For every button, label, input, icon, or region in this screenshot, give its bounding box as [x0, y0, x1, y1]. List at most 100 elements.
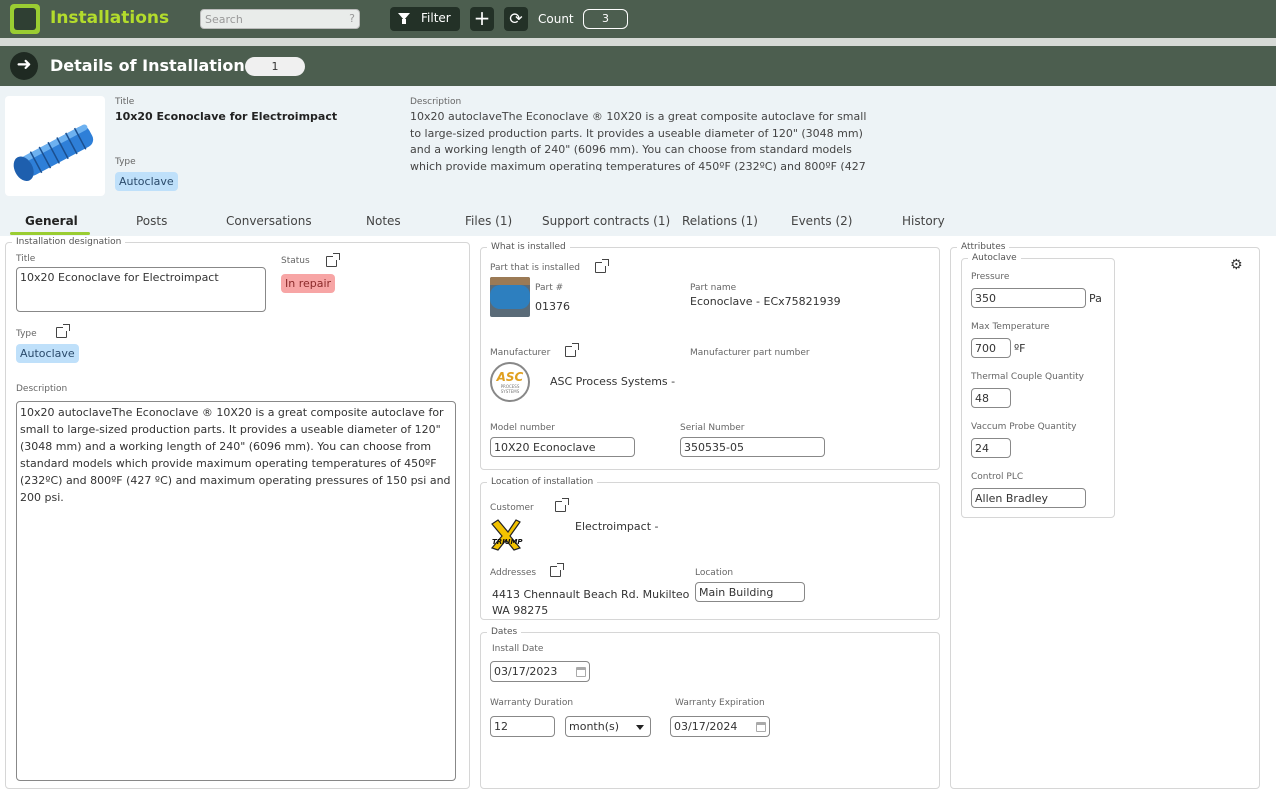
description-label: Description — [16, 384, 68, 394]
manufacturer-logo: ASC PROCESS SYSTEMS — [490, 362, 530, 402]
warranty-unit-value: month(s) — [569, 720, 620, 733]
manufacturer-part-label: Manufacturer part number — [690, 348, 810, 358]
tab-support-contracts[interactable]: Support contracts (1) — [542, 214, 670, 228]
tab-history[interactable]: History — [902, 214, 945, 228]
max-temp-label: Max Temperature — [971, 322, 1050, 332]
part-installed-label: Part that is installed — [490, 263, 581, 273]
help-icon[interactable]: ? — [349, 12, 355, 25]
open-external-icon[interactable] — [565, 343, 579, 357]
status-label: Status — [281, 256, 310, 266]
manufacturer-label: Manufacturer — [490, 348, 551, 358]
divider — [0, 38, 1276, 46]
open-external-icon[interactable] — [595, 259, 609, 273]
panel-legend: Attributes — [957, 242, 1010, 252]
part-thumbnail — [490, 277, 530, 317]
open-external-icon[interactable] — [550, 563, 564, 577]
tab-posts[interactable]: Posts — [136, 214, 167, 228]
manufacturer-logo-sub: PROCESS SYSTEMS — [500, 384, 520, 394]
vaccum-probe-field[interactable]: 24 — [971, 438, 1011, 458]
address: 4413 Chennault Beach Rd. Mukilteo WA 982… — [492, 588, 690, 617]
part-number: 01376 — [535, 300, 570, 313]
install-date-label: Install Date — [492, 644, 544, 654]
tab-general[interactable]: General — [25, 214, 78, 228]
model-field[interactable]: 10X20 Econoclave — [490, 437, 635, 457]
summary-description-label: Description — [410, 97, 462, 107]
dates-panel: Dates Install Date 03/17/2023 Warranty D… — [480, 627, 940, 789]
refresh-button[interactable]: ⟳ — [504, 7, 528, 31]
autoclave-group: Autoclave Pressure 350 Pa Max Temperatur… — [961, 253, 1115, 518]
tab-files[interactable]: Files (1) — [465, 214, 512, 228]
location-label: Location — [695, 568, 734, 578]
serial-field[interactable]: 350535-05 — [680, 437, 825, 457]
vaccum-probe-label: Vaccum Probe Quantity — [971, 422, 1077, 432]
max-temp-unit: ºF — [1014, 342, 1026, 355]
part-number-label: Part # — [535, 283, 564, 293]
group-legend: Autoclave — [968, 253, 1021, 263]
arrow-right-icon[interactable]: ➜ — [10, 52, 38, 80]
manufacturer-name: ASC Process Systems - — [550, 375, 676, 388]
open-external-icon[interactable] — [326, 253, 340, 267]
thermal-couple-label: Thermal Couple Quantity — [971, 372, 1084, 382]
app-logo-icon[interactable] — [10, 4, 40, 34]
details-number[interactable]: 1 — [245, 57, 305, 76]
attributes-panel: Attributes ⚙ Autoclave Pressure 350 Pa M… — [950, 242, 1260, 789]
warranty-unit-select[interactable]: month(s) — [565, 716, 651, 737]
gear-icon[interactable]: ⚙ — [1230, 257, 1243, 273]
status-badge[interactable]: In repair — [281, 274, 336, 293]
part-name: Econoclave - ECx75821939 — [690, 295, 841, 308]
summary-type-label: Type — [115, 157, 136, 167]
count-label: Count — [538, 12, 574, 26]
type-label: Type — [16, 329, 37, 339]
details-title: Details of Installation — [50, 56, 245, 75]
customer-logo: TRIUMP — [490, 518, 530, 554]
filter-button[interactable]: Filter — [390, 7, 460, 31]
control-plc-field[interactable]: Allen Bradley — [971, 488, 1086, 508]
warranty-duration-field[interactable]: 12 — [490, 716, 555, 737]
calendar-icon[interactable] — [756, 722, 766, 732]
summary-description: 10x20 autoclaveThe Econoclave ® 10X20 is… — [410, 110, 867, 171]
search-placeholder: Search — [205, 13, 243, 26]
model-label: Model number — [490, 423, 556, 433]
pressure-unit: Pa — [1089, 292, 1102, 305]
pressure-field[interactable]: 350 — [971, 288, 1086, 308]
open-external-icon[interactable] — [555, 498, 569, 512]
tab-events[interactable]: Events (2) — [791, 214, 852, 228]
warranty-expiration-field[interactable]: 03/17/2024 — [670, 716, 770, 737]
max-temp-field[interactable]: 700 — [971, 338, 1011, 358]
summary-type-badge: Autoclave — [115, 172, 178, 191]
location-field[interactable]: Main Building — [695, 582, 805, 602]
pressure-label: Pressure — [971, 272, 1010, 282]
app-title: Installations — [50, 8, 170, 28]
customer-name: Electroimpact - — [575, 520, 659, 533]
details-header: ➜ Details of Installation 1 — [0, 46, 1276, 86]
install-date-field[interactable]: 03/17/2023 — [490, 661, 590, 682]
panel-legend: Installation designation — [12, 237, 126, 247]
add-button[interactable]: + — [470, 7, 494, 31]
location-panel: Location of installation Customer TRIUMP… — [480, 477, 940, 620]
chevron-down-icon — [636, 725, 644, 730]
summary-section: Title 10x20 Econoclave for Electroimpact… — [0, 86, 1276, 236]
customer-label: Customer — [490, 503, 534, 513]
warranty-duration-label: Warranty Duration — [490, 698, 574, 708]
addresses-label: Addresses — [490, 568, 537, 578]
open-external-icon[interactable] — [56, 324, 70, 338]
title-field[interactable]: 10x20 Econoclave for Electroimpact — [16, 267, 266, 312]
title-label: Title — [16, 254, 36, 264]
panel-legend: Dates — [487, 627, 522, 637]
filter-label: Filter — [421, 11, 451, 25]
panel-legend: Location of installation — [487, 477, 598, 487]
manufacturer-logo-text: ASC — [496, 370, 524, 384]
part-name-label: Part name — [690, 283, 737, 293]
tab-relations[interactable]: Relations (1) — [682, 214, 758, 228]
type-badge[interactable]: Autoclave — [16, 344, 79, 363]
warranty-expiration-label: Warranty Expiration — [675, 698, 765, 708]
top-bar: Installations Search? Filter + ⟳ Count 3 — [0, 0, 1276, 38]
count-value: 3 — [583, 9, 628, 29]
calendar-icon[interactable] — [576, 667, 586, 677]
customer-logo-text: TRIUMP — [492, 538, 523, 546]
thermal-couple-field[interactable]: 48 — [971, 388, 1011, 408]
search-input[interactable]: Search? — [200, 9, 360, 29]
description-field[interactable]: 10x20 autoclaveThe Econoclave ® 10X20 is… — [16, 401, 456, 781]
tab-notes[interactable]: Notes — [366, 214, 401, 228]
tab-conversations[interactable]: Conversations — [226, 214, 312, 228]
